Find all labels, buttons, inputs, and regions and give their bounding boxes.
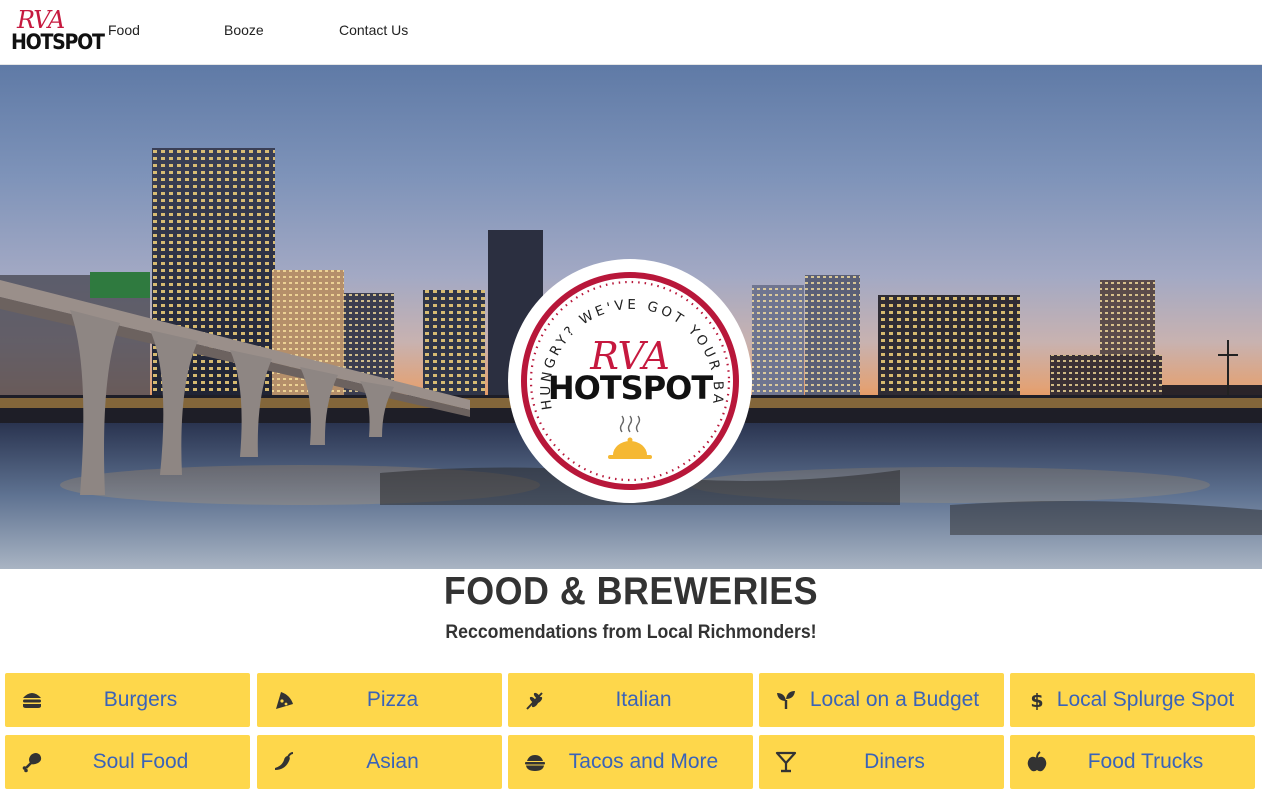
category-button-diners[interactable]: Diners [759,735,1004,789]
category-label: Soul Food [92,750,189,773]
serving-cloche-icon [608,415,652,459]
category-button-pizza[interactable]: Pizza [257,673,502,727]
category-button-food-trucks[interactable]: Food Trucks [1010,735,1255,789]
category-label: Pizza [366,688,419,711]
nav-link-contact-us[interactable]: Contact Us [339,22,408,38]
category-button-local-splurge-spot[interactable]: $ Local Splurge Spot [1010,673,1255,727]
page-title: FOOD & BREWERIES [443,570,819,613]
category-label: Italian [615,688,672,711]
rva-hotspot-badge: HUNGRY? WE'VE GOT YOUR BACK! RVA HOTSPOT [508,259,752,503]
hero-banner: HUNGRY? WE'VE GOT YOUR BACK! RVA HOTSPOT [0,65,1262,569]
category-button-soul-food[interactable]: Soul Food [5,735,250,789]
badge-wordmark-text: HOTSPOT [548,369,714,407]
category-button-asian[interactable]: Asian [257,735,502,789]
badge-graphic: HUNGRY? WE'VE GOT YOUR BACK! RVA HOTSPOT [508,259,739,490]
category-label: Diners [864,750,925,773]
category-label: Local Splurge Spot [1056,688,1235,711]
brand-logo-wordmark: HOTSPOT [11,30,105,55]
category-label: Tacos and More [568,750,719,773]
category-label: Asian [366,750,419,773]
nav-link-booze[interactable]: Booze [224,22,264,38]
top-navbar: RVA HOTSPOT Food Booze Contact Us [0,0,1262,65]
category-label: Burgers [103,688,178,711]
category-label: Local on a Budget [809,688,980,711]
page-subtitle: Reccomendations from Local Richmonders! [445,622,817,643]
nav-link-food[interactable]: Food [108,22,140,38]
category-button-tacos-and-more[interactable]: Tacos and More [508,735,753,789]
category-button-local-on-a-budget[interactable]: Local on a Budget [759,673,1004,727]
category-button-italian[interactable]: Italian [508,673,753,727]
category-label: Food Trucks [1087,750,1204,773]
category-button-burgers[interactable]: Burgers [5,673,250,727]
brand-logo[interactable]: RVA HOTSPOT [10,6,105,55]
